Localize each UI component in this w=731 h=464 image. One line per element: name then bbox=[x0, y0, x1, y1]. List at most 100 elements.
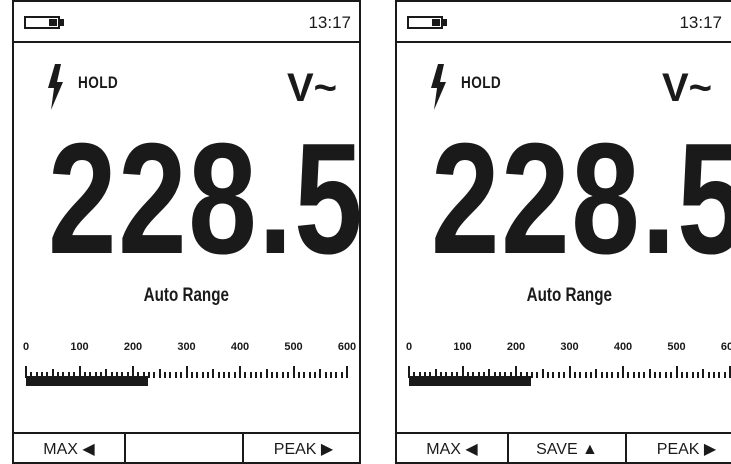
clock: 13:17 bbox=[308, 13, 351, 32]
scale-tick bbox=[153, 372, 156, 378]
scale-label: 300 bbox=[177, 341, 196, 353]
scale-tick bbox=[308, 372, 311, 378]
scale-tick bbox=[707, 372, 710, 378]
clock: 13:17 bbox=[679, 13, 722, 32]
scale-label: 400 bbox=[613, 341, 633, 353]
scale-label: 400 bbox=[230, 341, 250, 353]
scale-tick bbox=[691, 372, 694, 378]
scale-tick bbox=[670, 372, 673, 378]
scale-tick bbox=[180, 372, 183, 378]
scale-tick bbox=[627, 372, 630, 378]
meter-display-left: 13:17 HOLD V~ 228.5 Auto Range 0 100 200 30… bbox=[12, 0, 361, 464]
scale-tick bbox=[536, 372, 539, 378]
meter-display-right: 13:17 HOLD V~ 228.5 Auto Range 0 100 200 30… bbox=[395, 0, 731, 464]
hold-indicator: HOLD bbox=[461, 73, 502, 92]
scale-tick bbox=[319, 369, 322, 378]
scale-tick bbox=[340, 372, 343, 378]
softkey-peak[interactable]: PEAK ▶ bbox=[244, 434, 359, 462]
scale-tick bbox=[260, 372, 263, 378]
scale-tick bbox=[217, 372, 220, 378]
scale-tick bbox=[265, 369, 268, 378]
scale-tick bbox=[600, 372, 603, 378]
scale-tick bbox=[158, 369, 161, 378]
scale-tick bbox=[611, 372, 614, 378]
unit-indicator: V~ bbox=[661, 66, 712, 110]
scale-tick bbox=[616, 372, 619, 378]
scale-tick bbox=[244, 372, 247, 378]
lightning-bolt-icon bbox=[48, 64, 63, 110]
scale-tick bbox=[324, 372, 327, 378]
scale-tick bbox=[531, 372, 534, 378]
scale-tick bbox=[212, 369, 215, 378]
scale-tick bbox=[589, 372, 592, 378]
scale-tick bbox=[718, 372, 721, 378]
scale-tick bbox=[659, 372, 662, 378]
scale-tick bbox=[632, 372, 635, 378]
scale-tick bbox=[164, 372, 167, 378]
scale-tick bbox=[680, 372, 683, 378]
scale-tick bbox=[271, 372, 274, 378]
scale-tick bbox=[675, 366, 678, 378]
scale-tick bbox=[297, 372, 300, 378]
main-reading: 228.5 bbox=[48, 111, 361, 287]
scale-tick bbox=[547, 372, 550, 378]
scale-tick bbox=[622, 366, 624, 378]
bargraph-scale-labels: 0 100 200 300 400 500 600 bbox=[397, 341, 731, 355]
scale-tick bbox=[723, 372, 726, 378]
scale-tick bbox=[206, 372, 209, 378]
scale-tick bbox=[169, 372, 172, 378]
scale-tick bbox=[313, 372, 316, 378]
scale-tick bbox=[174, 372, 177, 378]
scale-tick bbox=[563, 372, 566, 378]
scale-label: 300 bbox=[560, 341, 579, 353]
scale-tick bbox=[595, 369, 598, 378]
bargraph-fill bbox=[409, 376, 531, 386]
scale-tick bbox=[638, 372, 641, 378]
bargraph-fill bbox=[26, 376, 148, 386]
scale-tick bbox=[686, 372, 689, 378]
softkey-save[interactable]: SAVE ▲ bbox=[509, 434, 625, 462]
bargraph-ticks bbox=[397, 358, 731, 378]
softkey-peak[interactable]: PEAK ▶ bbox=[627, 434, 731, 462]
softkey-bar: MAX ◀ SAVE ▲ PEAK ▶ bbox=[397, 432, 731, 462]
scale-label: 0 bbox=[405, 341, 413, 353]
scale-tick bbox=[228, 372, 231, 378]
softkey-max[interactable]: MAX ◀ bbox=[397, 434, 507, 462]
scale-tick bbox=[233, 372, 236, 378]
range-mode: Auto Range bbox=[143, 285, 230, 306]
lightning-bolt-icon bbox=[431, 64, 446, 110]
scale-tick bbox=[346, 366, 348, 378]
scale-tick bbox=[605, 372, 608, 378]
scale-tick bbox=[249, 372, 252, 378]
scale-tick bbox=[557, 372, 560, 378]
scale-label: 600 bbox=[720, 341, 731, 353]
scale-label: 100 bbox=[70, 341, 89, 353]
scale-tick bbox=[702, 369, 705, 378]
battery-icon bbox=[24, 16, 64, 29]
status-bar: 13:17 bbox=[397, 2, 731, 43]
scale-tick bbox=[541, 369, 544, 378]
status-bar: 13:17 bbox=[14, 2, 359, 43]
scale-tick bbox=[329, 372, 332, 378]
softkey-empty[interactable] bbox=[126, 434, 242, 462]
scale-label: 500 bbox=[667, 341, 686, 353]
scale-tick bbox=[281, 372, 284, 378]
scale-tick bbox=[648, 369, 651, 378]
softkey-max[interactable]: MAX ◀ bbox=[14, 434, 124, 462]
unit-indicator: V~ bbox=[286, 66, 337, 110]
scale-tick bbox=[335, 372, 338, 378]
bargraph-ticks bbox=[14, 358, 359, 378]
main-reading: 228.5 bbox=[431, 111, 731, 287]
bargraph-scale-labels: 0 100 200 300 400 500 600 bbox=[14, 341, 359, 355]
scale-tick bbox=[584, 372, 587, 378]
scale-tick bbox=[287, 372, 290, 378]
softkey-bar: MAX ◀ PEAK ▶ bbox=[14, 432, 359, 462]
scale-label: 500 bbox=[284, 341, 303, 353]
scale-tick bbox=[643, 372, 646, 378]
scale-label: 100 bbox=[453, 341, 472, 353]
scale-tick bbox=[185, 366, 188, 378]
scale-tick bbox=[201, 372, 204, 378]
scale-label: 200 bbox=[506, 341, 526, 353]
scale-tick bbox=[292, 366, 295, 378]
range-mode: Auto Range bbox=[526, 285, 613, 306]
